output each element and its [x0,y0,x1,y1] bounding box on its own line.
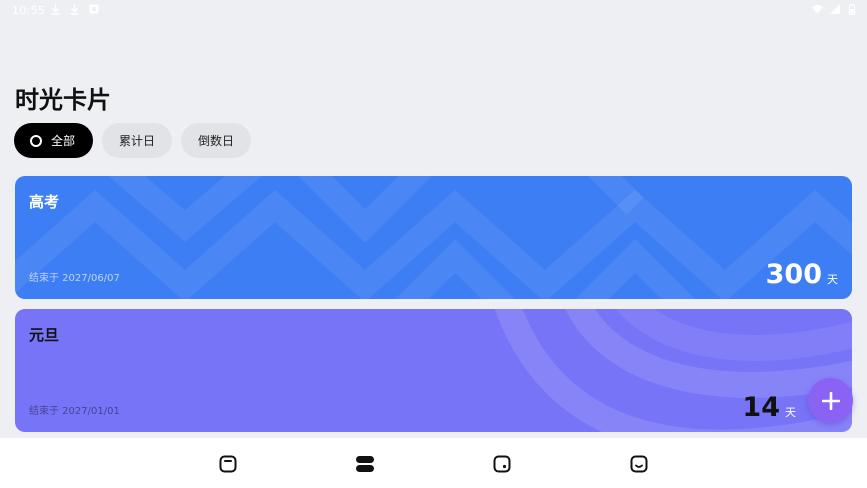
card-title: 元旦 [29,326,60,344]
page-title: 时光卡片 [15,86,111,114]
filter-tabs: 全部 累计日 倒数日 [14,123,252,158]
status-icons-right [812,3,857,15]
square-dot-icon [493,455,511,473]
download-icon [69,3,80,15]
smile-icon [630,455,648,473]
filter-label: 全部 [51,134,76,148]
filter-label: 累计日 [119,134,156,148]
nav-item-card[interactable] [217,453,239,475]
filter-all-button[interactable]: 全部 [14,123,94,158]
status-icons-left [50,3,99,15]
filter-label: 倒数日 [198,134,235,148]
card-pattern-background [494,309,852,432]
day-unit: 天 [827,273,838,286]
nav-item-square[interactable] [491,453,513,475]
card-pattern-background [15,176,852,299]
battery-icon [846,3,857,15]
card-title: 高考 [29,193,60,211]
card-icon [219,455,237,473]
wifi-icon [812,3,823,15]
event-card[interactable]: 高考 结束于 2027/06/07 300 天 [15,176,852,299]
nav-item-list[interactable] [354,453,376,475]
day-count-number: 14 [742,392,780,423]
status-time: 10:55 [12,4,46,17]
add-card-button[interactable] [808,378,853,423]
bottom-nav [0,438,867,488]
selected-ring-icon [30,134,42,147]
card-day-count: 14 天 [742,392,796,423]
download-icon [50,3,61,15]
filter-countdown-button[interactable]: 倒数日 [181,123,252,158]
list-icon [356,456,374,472]
filter-cumulative-button[interactable]: 累计日 [102,123,173,158]
day-unit: 天 [785,406,796,419]
day-count-number: 300 [765,259,822,290]
plus-icon [821,391,840,410]
card-day-count: 300 天 [766,259,838,290]
signal-icon [829,3,840,15]
square-notification-icon [88,3,99,15]
card-end-date: 结束于 2027/06/07 [29,273,120,284]
nav-item-profile[interactable] [628,453,650,475]
event-card[interactable]: 元旦 结束于 2027/01/01 14 天 [15,309,852,432]
card-end-date: 结束于 2027/01/01 [29,406,120,417]
status-bar: 10:55 [0,0,867,22]
